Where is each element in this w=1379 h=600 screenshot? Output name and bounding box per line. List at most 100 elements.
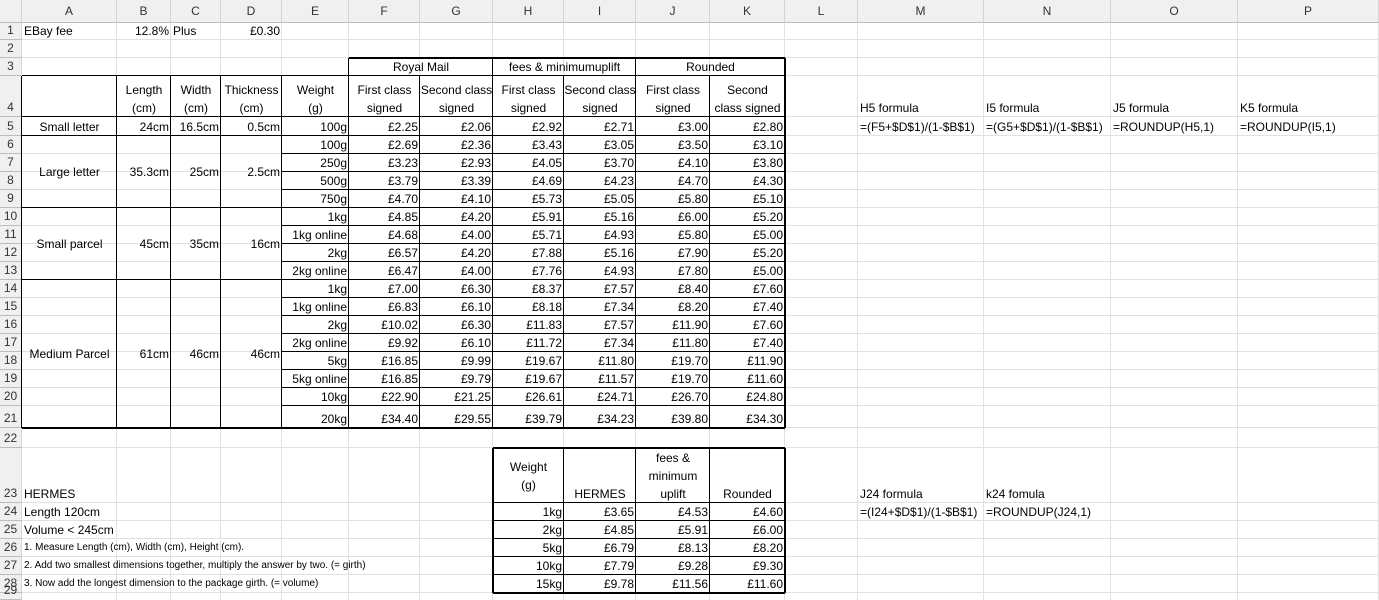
rate-cell[interactable]: £19.67	[493, 370, 564, 388]
row-header[interactable]: 3	[0, 58, 22, 76]
row-header[interactable]: 11	[0, 226, 22, 244]
rate-cell[interactable]: £3.23	[349, 154, 420, 172]
category-length[interactable]: 45cm	[117, 208, 171, 280]
hermes-cell[interactable]: 10kg	[493, 557, 564, 575]
rate-cell[interactable]: £6.10	[420, 334, 493, 352]
hermes-cell[interactable]: 15kg	[493, 575, 564, 593]
cell-b1[interactable]: 12.8%	[117, 23, 171, 40]
cell-c1[interactable]: Plus	[171, 23, 221, 40]
column-header[interactable]: I	[564, 0, 636, 23]
hermes-cell[interactable]: £9.78	[564, 575, 636, 593]
rate-cell[interactable]: £5.20	[710, 244, 785, 262]
rate-cell[interactable]: £26.61	[493, 388, 564, 406]
column-header[interactable]: A	[22, 0, 117, 23]
rate-cell[interactable]: 100g	[282, 136, 349, 154]
rate-cell[interactable]: £34.30	[710, 406, 785, 428]
formula-label-h5[interactable]: H5 formula	[858, 76, 984, 117]
rate-cell[interactable]: £19.70	[636, 370, 710, 388]
category-length[interactable]: 61cm	[117, 280, 171, 428]
category-width[interactable]: 16.5cm	[171, 117, 221, 136]
category-thickness[interactable]: 2.5cm	[221, 136, 282, 208]
cell-a1[interactable]: EBay fee	[22, 23, 117, 40]
rate-cell[interactable]: £5.71	[493, 226, 564, 244]
header-f[interactable]: First class signed	[349, 76, 420, 117]
row-header[interactable]: 19	[0, 370, 22, 388]
rate-cell[interactable]: 1kg online	[282, 298, 349, 316]
rate-cell[interactable]: £7.90	[636, 244, 710, 262]
row-header[interactable]: 12	[0, 244, 22, 262]
row-header[interactable]: 10	[0, 208, 22, 226]
column-header[interactable]: P	[1238, 0, 1379, 23]
cell-d1[interactable]: £0.30	[221, 23, 282, 40]
rate-cell[interactable]: £5.16	[564, 208, 636, 226]
rate-cell[interactable]: £4.70	[636, 172, 710, 190]
column-header[interactable]: K	[710, 0, 785, 23]
hermes-header-rounded[interactable]: Rounded	[710, 448, 785, 503]
rate-cell[interactable]: £4.23	[564, 172, 636, 190]
formula-k5[interactable]: =ROUNDUP(I5,1)	[1238, 117, 1379, 136]
hermes-cell[interactable]: £3.65	[564, 503, 636, 521]
rate-cell[interactable]: £4.85	[349, 208, 420, 226]
row-header[interactable]: 22	[0, 428, 22, 448]
category-length[interactable]: 24cm	[117, 117, 171, 136]
rate-cell[interactable]: £11.57	[564, 370, 636, 388]
rate-cell[interactable]: £11.72	[493, 334, 564, 352]
header-c[interactable]: Width (cm)	[171, 76, 221, 117]
rate-cell[interactable]: £5.00	[710, 226, 785, 244]
hermes-cell[interactable]: £4.85	[564, 521, 636, 539]
rate-cell[interactable]: £22.90	[349, 388, 420, 406]
row-header[interactable]: 23	[0, 448, 22, 503]
category-thickness[interactable]: 16cm	[221, 208, 282, 280]
rate-cell[interactable]: £2.93	[420, 154, 493, 172]
rate-cell[interactable]: 250g	[282, 154, 349, 172]
formula-j24[interactable]: =(I24+$D$1)/(1-$B$1)	[858, 503, 984, 521]
rate-cell[interactable]: £9.92	[349, 334, 420, 352]
rate-cell[interactable]: £7.76	[493, 262, 564, 280]
rate-cell[interactable]: £8.20	[636, 298, 710, 316]
hermes-cell[interactable]: £5.91	[636, 521, 710, 539]
category-thickness[interactable]: 46cm	[221, 280, 282, 428]
group-fees[interactable]: fees & minimumuplift	[493, 58, 636, 76]
row-header[interactable]: 26	[0, 539, 22, 557]
column-header[interactable]: C	[171, 0, 221, 23]
hermes-cell[interactable]: £9.30	[710, 557, 785, 575]
rate-cell[interactable]: 5kg online	[282, 370, 349, 388]
rate-cell[interactable]: 2kg	[282, 316, 349, 334]
row-header[interactable]: 25	[0, 521, 22, 539]
rate-cell[interactable]: £7.88	[493, 244, 564, 262]
rate-cell[interactable]: £5.00	[710, 262, 785, 280]
formula-label-j24[interactable]: J24 formula	[858, 448, 984, 503]
hermes-cell[interactable]: £11.56	[636, 575, 710, 593]
hermes-cell[interactable]: £8.20	[710, 539, 785, 557]
column-header[interactable]: M	[858, 0, 984, 23]
rate-cell[interactable]: £2.36	[420, 136, 493, 154]
rate-cell[interactable]: £4.68	[349, 226, 420, 244]
rate-cell[interactable]: £4.93	[564, 226, 636, 244]
rate-cell[interactable]: £4.00	[420, 262, 493, 280]
rate-cell[interactable]: £4.93	[564, 262, 636, 280]
rate-cell[interactable]: £21.25	[420, 388, 493, 406]
row-header[interactable]: 16	[0, 316, 22, 334]
column-header[interactable]: E	[282, 0, 349, 23]
row-header[interactable]: 29	[0, 583, 22, 600]
rate-cell[interactable]: 2kg online	[282, 262, 349, 280]
row-header[interactable]: 8	[0, 172, 22, 190]
rate-cell[interactable]: £8.18	[493, 298, 564, 316]
select-all-corner[interactable]	[0, 0, 22, 23]
category-name[interactable]: Small letter	[22, 117, 117, 136]
hermes-cell[interactable]: £11.60	[710, 575, 785, 593]
rate-cell[interactable]: £7.34	[564, 298, 636, 316]
rate-cell[interactable]: £6.83	[349, 298, 420, 316]
hermes-step2[interactable]: 2. Add two smallest dimensions together,…	[22, 557, 366, 575]
group-royal-mail[interactable]: Royal Mail	[349, 58, 493, 76]
rate-cell[interactable]: £39.80	[636, 406, 710, 428]
rate-cell[interactable]: £7.00	[349, 280, 420, 298]
category-name[interactable]: Medium Parcel	[22, 280, 117, 428]
rate-cell[interactable]: £3.79	[349, 172, 420, 190]
row-header[interactable]: 20	[0, 388, 22, 406]
rate-cell[interactable]: £3.70	[564, 154, 636, 172]
hermes-step3[interactable]: 3. Now add the longest dimension to the …	[22, 575, 318, 593]
hermes-cell[interactable]: £8.13	[636, 539, 710, 557]
rate-cell[interactable]: £9.79	[420, 370, 493, 388]
rate-cell[interactable]: £3.39	[420, 172, 493, 190]
